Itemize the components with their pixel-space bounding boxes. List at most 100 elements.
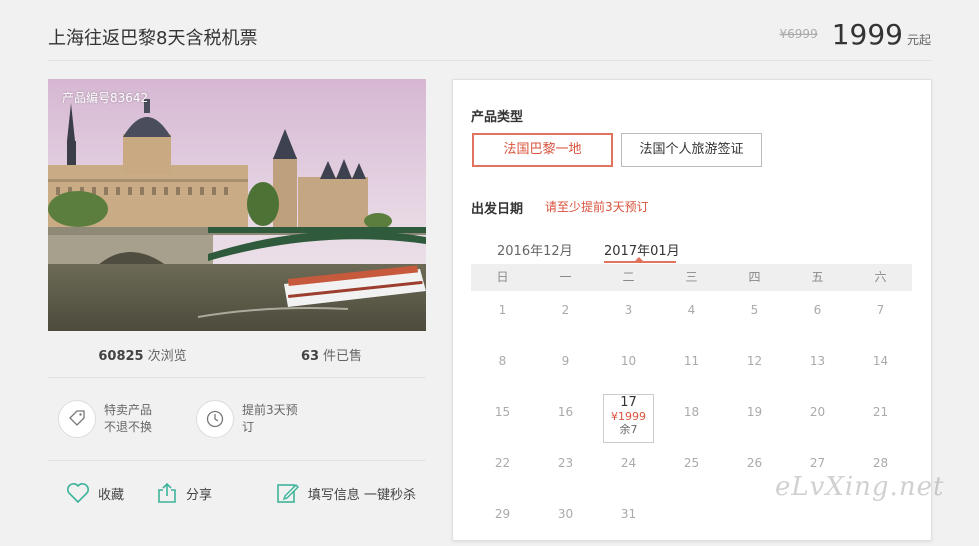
header-divider	[48, 60, 931, 61]
calendar-day[interactable]: 19	[723, 393, 786, 444]
day-number: 22	[494, 456, 511, 470]
calendar-day[interactable]: 15	[471, 393, 534, 444]
calendar-day-selected[interactable]: 17 ¥1999 余7	[597, 393, 660, 444]
watermark: eLvXing.net	[775, 472, 945, 502]
calendar-day[interactable]: 5	[723, 291, 786, 342]
day-number: 31	[620, 507, 637, 521]
day-number: 29	[494, 507, 511, 521]
calendar-day[interactable]: 20	[786, 393, 849, 444]
tag-icon	[58, 400, 96, 438]
share-button[interactable]: 分享	[156, 482, 212, 504]
favorite-button[interactable]: 收藏	[66, 482, 124, 504]
day-number: 16	[557, 405, 574, 419]
favorite-label: 收藏	[98, 487, 125, 503]
day-number: 15	[494, 405, 511, 419]
day-price: ¥1999	[611, 410, 646, 423]
calendar-day[interactable]: 21	[849, 393, 912, 444]
calendar-day[interactable]: 23	[534, 444, 597, 495]
feature-advance-booking: 提前3天预订	[196, 400, 302, 438]
calendar-empty-cell	[660, 495, 723, 546]
option-visa[interactable]: 法国个人旅游签证	[621, 133, 762, 167]
calendar-day[interactable]: 24	[597, 444, 660, 495]
option-paris-only[interactable]: 法国巴黎一地	[472, 133, 613, 167]
sold-count: 63	[300, 348, 320, 364]
calendar-day[interactable]: 22	[471, 444, 534, 495]
views-count: 60825	[98, 348, 144, 364]
weekday-label: 四	[748, 270, 761, 284]
edit-icon	[277, 483, 299, 503]
paris-conciergerie-illustration	[48, 79, 426, 331]
product-features: 特卖产品 不退不换 提前3天预订	[48, 378, 426, 461]
day-number: 25	[683, 456, 700, 470]
weekday-label: 一	[559, 270, 572, 284]
weekday-header: 日一二三四五六	[471, 264, 912, 291]
feature-text: 提前3天预订	[242, 403, 298, 434]
weekday-label: 二	[622, 270, 635, 284]
calendar-day[interactable]: 10	[597, 342, 660, 393]
calendar-day[interactable]: 16	[534, 393, 597, 444]
product-id: 产品编号83642	[62, 91, 149, 105]
calendar-day[interactable]: 2	[534, 291, 597, 342]
active-month-underline	[604, 261, 676, 263]
day-number: 5	[750, 303, 759, 317]
day-number: 1	[498, 303, 507, 317]
product-stats: 60825 次浏览 63 件已售	[48, 331, 426, 378]
heart-icon	[67, 483, 89, 504]
caret-up-icon	[635, 257, 643, 261]
day-number: 24	[620, 456, 637, 470]
views-label: 次浏览	[147, 348, 187, 364]
calendar-day[interactable]: 7	[849, 291, 912, 342]
sold-stat: 63 件已售	[237, 345, 426, 364]
calendar-day[interactable]: 11	[660, 342, 723, 393]
day-number: 10	[620, 354, 637, 368]
departure-date-label: 出发日期	[471, 202, 524, 217]
calendar-week-row: 29 30 31	[471, 495, 912, 546]
calendar-week-row: 8 9 10 11 12 13 14	[471, 342, 912, 393]
tab-month-dec-2016[interactable]: 2016年12月	[497, 240, 573, 259]
calendar-empty-cell	[849, 495, 912, 546]
calendar-day[interactable]: 31	[597, 495, 660, 546]
price-block: ¥6999 1999 元起	[780, 18, 931, 51]
calendar-day[interactable]: 1	[471, 291, 534, 342]
product-summary: 产品编号83642 60825 次浏览 63 件已售 特卖产品 不退不换 提前3天预…	[48, 79, 426, 525]
day-number: 11	[683, 354, 700, 368]
day-number: 21	[872, 405, 889, 419]
calendar-day[interactable]: 3	[597, 291, 660, 342]
day-number: 14	[872, 354, 889, 368]
calendar-day[interactable]: 6	[786, 291, 849, 342]
fill-info-button[interactable]: 填写信息 一键秒杀	[276, 482, 416, 504]
calendar-day[interactable]: 30	[534, 495, 597, 546]
feature-text: 特卖产品 不退不换	[104, 403, 153, 434]
calendar-week-row: 15 16 17 ¥1999 余7 18 19 20 21	[471, 393, 912, 444]
day-number: 20	[809, 405, 826, 419]
share-icon	[158, 482, 176, 503]
sold-label: 件已售	[323, 348, 363, 364]
day-number: 19	[746, 405, 763, 419]
day-number: 23	[557, 456, 574, 470]
price-unit: 元起	[906, 33, 931, 47]
calendar-day[interactable]: 9	[534, 342, 597, 393]
calendar-day[interactable]: 29	[471, 495, 534, 546]
calendar-week-row: 1 2 3 4 5 6 7	[471, 291, 912, 342]
original-price: ¥6999	[779, 27, 818, 41]
day-number: 2	[561, 303, 570, 317]
views-stat: 60825 次浏览	[48, 345, 237, 364]
day-number: 4	[687, 303, 696, 317]
day-number: 28	[872, 456, 889, 470]
calendar-day[interactable]: 8	[471, 342, 534, 393]
day-number: 27	[809, 456, 826, 470]
clock-icon	[196, 400, 234, 438]
calendar-day[interactable]: 25	[660, 444, 723, 495]
day-number: 9	[561, 354, 570, 368]
calendar-day[interactable]: 4	[660, 291, 723, 342]
calendar-day[interactable]: 13	[786, 342, 849, 393]
calendar-day[interactable]: 14	[849, 342, 912, 393]
weekday-label: 五	[811, 270, 824, 284]
product-photo: 产品编号83642	[48, 79, 426, 331]
day-number: 8	[498, 354, 507, 368]
calendar-day[interactable]: 12	[723, 342, 786, 393]
weekday-label: 六	[874, 270, 887, 284]
product-type-label: 产品类型	[471, 110, 524, 125]
day-number: 17	[620, 395, 637, 410]
calendar-day[interactable]: 18	[660, 393, 723, 444]
